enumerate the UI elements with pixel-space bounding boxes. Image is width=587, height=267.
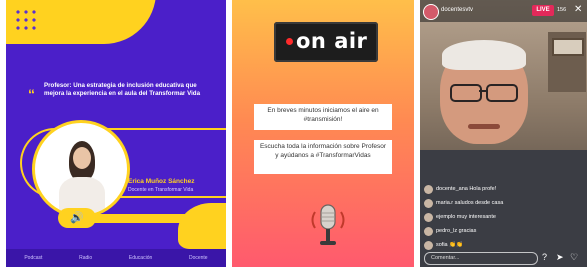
podcast-card-panel: “ Profesor: Una estrategia de inclusión … — [6, 0, 226, 267]
comment-text: docente_ana Hola profe! — [436, 186, 497, 192]
comment-item: docente_ana Hola profe! — [424, 184, 574, 196]
commenter-avatar — [424, 185, 433, 194]
podcast-quote-text: Profesor: Una estrategia de inclusión ed… — [44, 82, 201, 97]
commenter-avatar — [424, 227, 433, 236]
speaker-name: Erica Muñoz Sánchez — [128, 178, 195, 185]
comment-list: docente_ana Hola profe! maria.r saludos … — [424, 184, 574, 254]
comment-text: ejemplo muy interesante — [436, 214, 496, 220]
on-air-panel: on air En breves minutos iniciamos el ai… — [232, 0, 414, 267]
comment-item: ejemplo muy interesante — [424, 212, 574, 224]
account-handle[interactable]: docentesvtv — [441, 7, 473, 13]
recording-dot-icon — [286, 38, 293, 45]
comment-text: pedro_lz gracias — [436, 228, 477, 234]
presenter-hair — [442, 40, 526, 70]
presenter-glasses — [450, 84, 518, 102]
profile-avatar[interactable] — [423, 4, 439, 20]
comment-text: maria.r saludos desde casa — [436, 200, 504, 206]
on-air-label: on air — [296, 29, 368, 53]
quote-mark-icon: “ — [28, 86, 35, 102]
send-icon[interactable]: ➤ — [556, 252, 564, 263]
presenter-mouth — [468, 124, 500, 129]
speaker-icon: 🔊 — [70, 212, 84, 224]
speaker-avatar — [32, 120, 130, 218]
close-icon[interactable]: ✕ — [574, 4, 582, 15]
footer-item: Podcast — [24, 255, 43, 261]
footer-item: Radio — [79, 255, 93, 261]
comment-text: sofia 👏👏 — [436, 242, 463, 248]
comment-item: sofia 👏👏 — [424, 240, 574, 252]
commenter-avatar — [424, 213, 433, 222]
announcement-box: En breves minutos iniciamos el aire en #… — [254, 104, 392, 130]
footer-item: Docente — [188, 255, 208, 261]
info-box: Escucha toda la información sobre Profes… — [254, 140, 392, 174]
background-frame — [552, 38, 584, 56]
on-air-sign: on air — [274, 22, 378, 62]
question-icon[interactable]: ? — [542, 252, 547, 263]
commenter-avatar — [424, 241, 433, 250]
heart-icon[interactable]: ♡ — [570, 252, 578, 263]
comment-input[interactable]: Comentar... — [424, 252, 538, 265]
decorative-blob — [178, 203, 226, 249]
audio-progress-bar[interactable] — [84, 214, 194, 223]
viewer-count: 156 — [557, 7, 567, 13]
footer-item: Educación — [128, 255, 153, 261]
microphone-icon — [311, 204, 345, 245]
live-topbar: docentesvtv LIVE 156 ✕ — [420, 0, 587, 22]
live-video-panel: docentesvtv LIVE 156 ✕ docente_ana Hola … — [420, 0, 587, 267]
commenter-avatar — [424, 199, 433, 208]
speaker-role: Docente en Transformar Vida — [128, 187, 194, 193]
play-audio-button[interactable]: 🔊 — [58, 208, 96, 228]
comment-item: pedro_lz gracias — [424, 226, 574, 238]
decorative-dots — [14, 8, 40, 34]
comment-item: maria.r saludos desde casa — [424, 198, 574, 210]
comment-input-placeholder: Comentar... — [431, 255, 460, 261]
card-footer: Podcast Radio Educación Docente — [6, 249, 226, 267]
live-badge: LIVE — [532, 5, 554, 16]
